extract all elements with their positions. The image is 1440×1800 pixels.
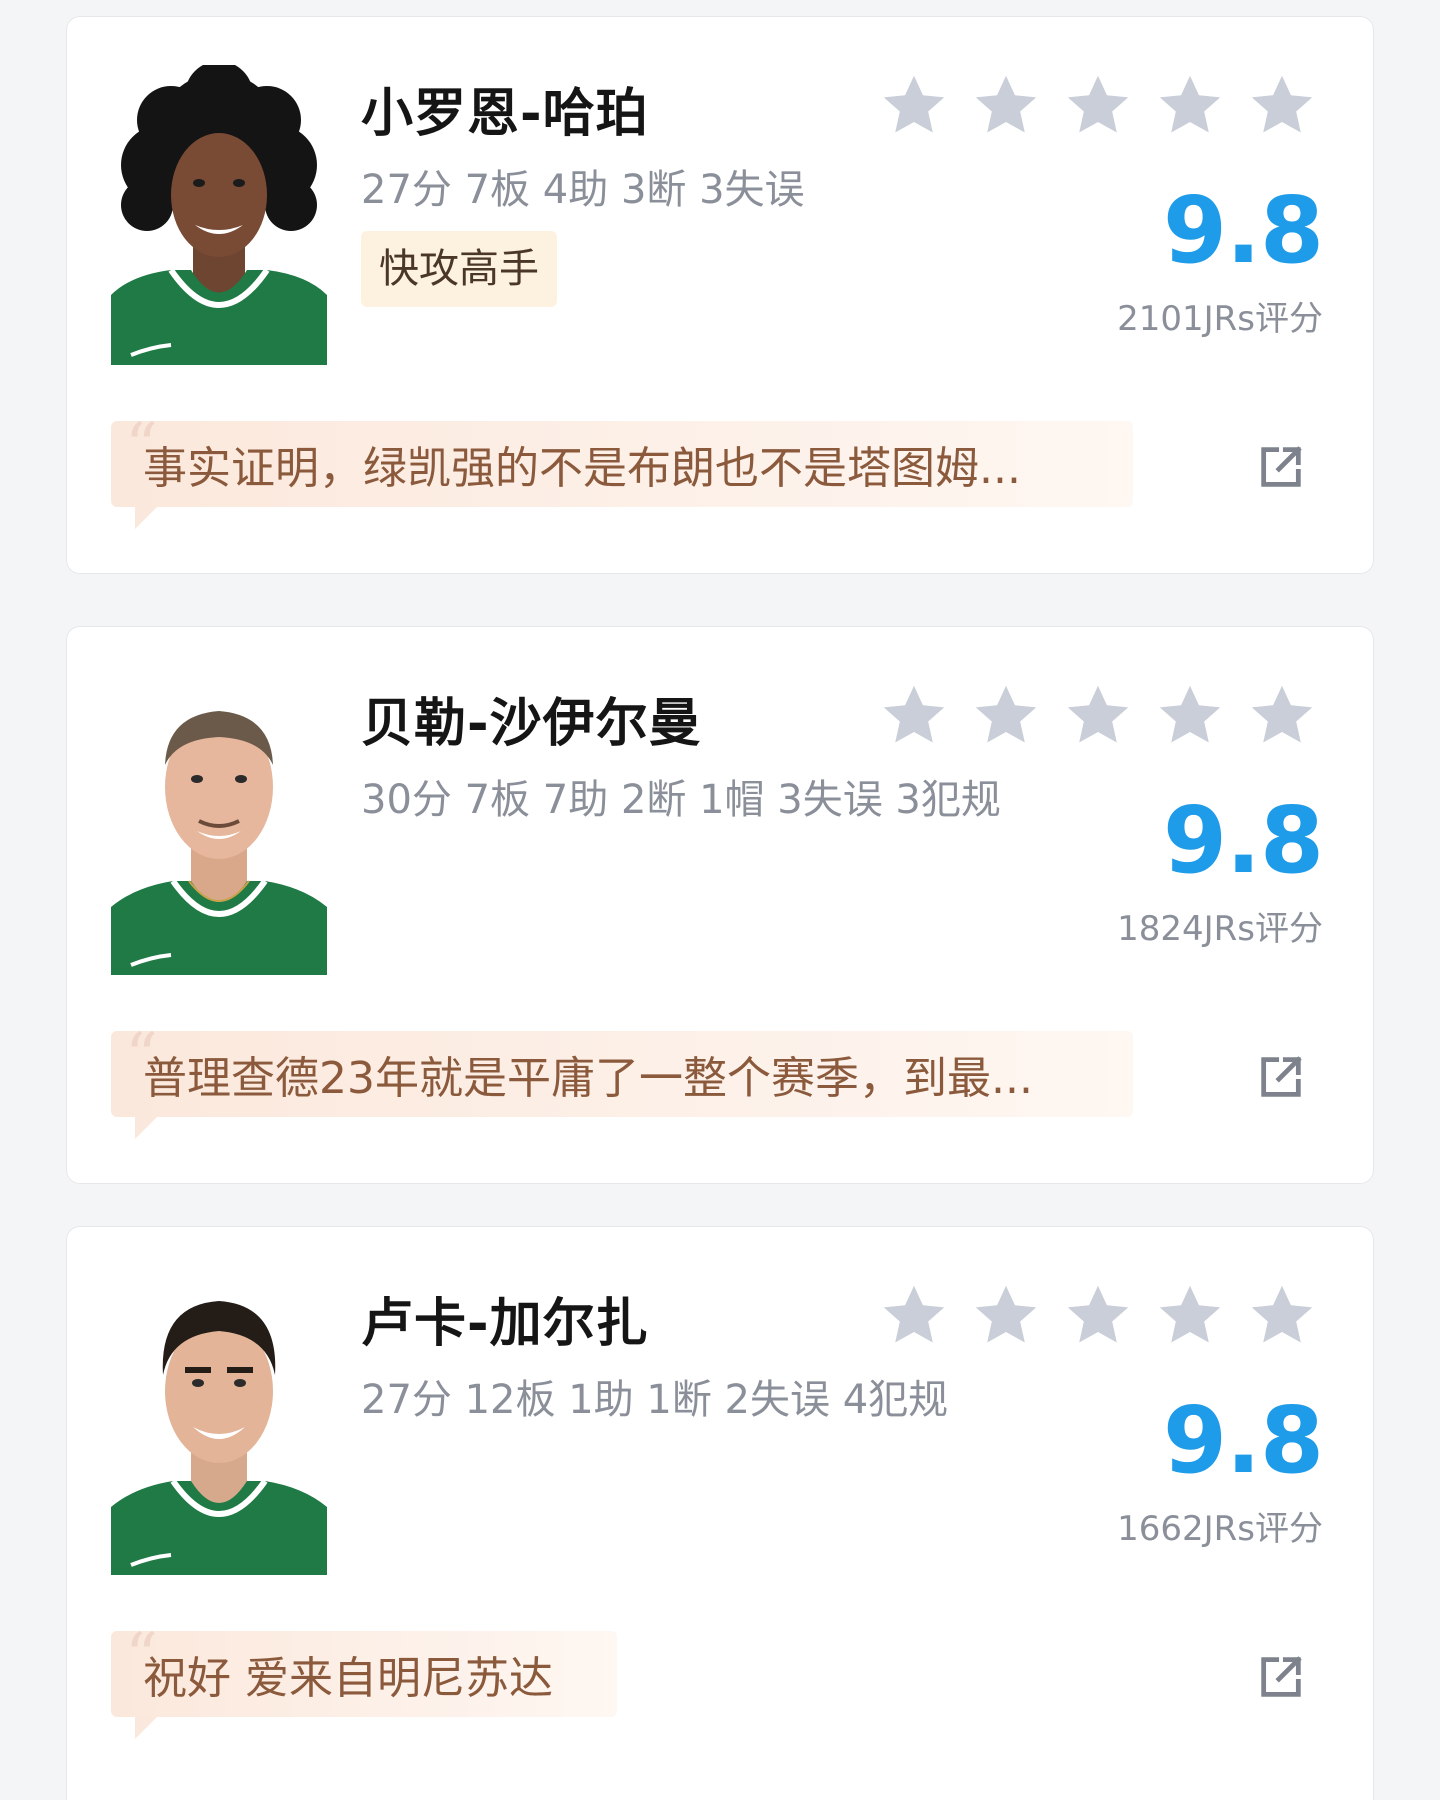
star-icon[interactable] (969, 679, 1043, 753)
top-comment[interactable]: “ 事实证明，绿凯强的不是布朗也不是塔图姆... (111, 415, 1133, 529)
player-portrait-icon (111, 711, 327, 975)
player-avatar (111, 1275, 327, 1575)
player-portrait-icon (111, 65, 327, 365)
comment-text: 普理查德23年就是平庸了一整个赛季，到最... (143, 1053, 1033, 1104)
player-card[interactable]: 卢卡-加尔扎 27分 12板 1助 1断 2失误 4犯规 9.8 1662JRs… (66, 1226, 1374, 1800)
rating-stars[interactable] (877, 1279, 1319, 1353)
player-ratings-list: 小罗恩-哈珀 27分 7板 4助 3断 3失误 快攻高手 9.8 2101JRs… (0, 0, 1440, 1800)
player-name: 卢卡-加尔扎 (361, 1294, 649, 1354)
star-icon[interactable] (1061, 69, 1135, 143)
star-icon[interactable] (1153, 1279, 1227, 1353)
star-icon[interactable] (877, 1279, 951, 1353)
comment-text: 事实证明，绿凯强的不是布朗也不是塔图姆... (143, 443, 1021, 494)
player-card[interactable]: 小罗恩-哈珀 27分 7板 4助 3断 3失误 快攻高手 9.8 2101JRs… (66, 16, 1374, 574)
player-stats: 30分 7板 7助 2断 1帽 3失误 3犯规 (361, 777, 1001, 823)
vote-count: 2101JRs评分 (1117, 299, 1323, 339)
share-external-icon[interactable] (1255, 1651, 1307, 1703)
player-name: 小罗恩-哈珀 (361, 84, 649, 144)
player-score: 9.8 (1163, 177, 1324, 284)
player-name: 贝勒-沙伊尔曼 (361, 694, 702, 754)
player-stats: 27分 7板 4助 3断 3失误 (361, 167, 805, 213)
share-external-icon[interactable] (1255, 1051, 1307, 1103)
player-stats: 27分 12板 1助 1断 2失误 4犯规 (361, 1377, 949, 1423)
star-icon[interactable] (1245, 679, 1319, 753)
player-card[interactable]: 贝勒-沙伊尔曼 30分 7板 7助 2断 1帽 3失误 3犯规 9.8 1824… (66, 626, 1374, 1184)
star-icon[interactable] (877, 679, 951, 753)
player-avatar (111, 65, 327, 365)
rating-stars[interactable] (877, 69, 1319, 143)
star-icon[interactable] (1245, 69, 1319, 143)
top-comment[interactable]: “ 普理查德23年就是平庸了一整个赛季，到最... (111, 1025, 1133, 1139)
vote-count: 1824JRs评分 (1117, 909, 1323, 949)
top-comment[interactable]: “ 祝好 爱来自明尼苏达 (111, 1625, 617, 1739)
star-icon[interactable] (1061, 679, 1135, 753)
share-external-icon[interactable] (1255, 441, 1307, 493)
star-icon[interactable] (1153, 679, 1227, 753)
star-icon[interactable] (969, 69, 1043, 143)
comment-text: 祝好 爱来自明尼苏达 (143, 1653, 553, 1704)
player-tag: 快攻高手 (361, 231, 557, 307)
rating-stars[interactable] (877, 679, 1319, 753)
player-portrait-icon (111, 1301, 327, 1575)
player-score: 9.8 (1163, 787, 1324, 894)
star-icon[interactable] (877, 69, 951, 143)
vote-count: 1662JRs评分 (1117, 1509, 1323, 1549)
star-icon[interactable] (969, 1279, 1043, 1353)
star-icon[interactable] (1245, 1279, 1319, 1353)
star-icon[interactable] (1153, 69, 1227, 143)
star-icon[interactable] (1061, 1279, 1135, 1353)
player-score: 9.8 (1163, 1387, 1324, 1494)
player-avatar (111, 675, 327, 975)
